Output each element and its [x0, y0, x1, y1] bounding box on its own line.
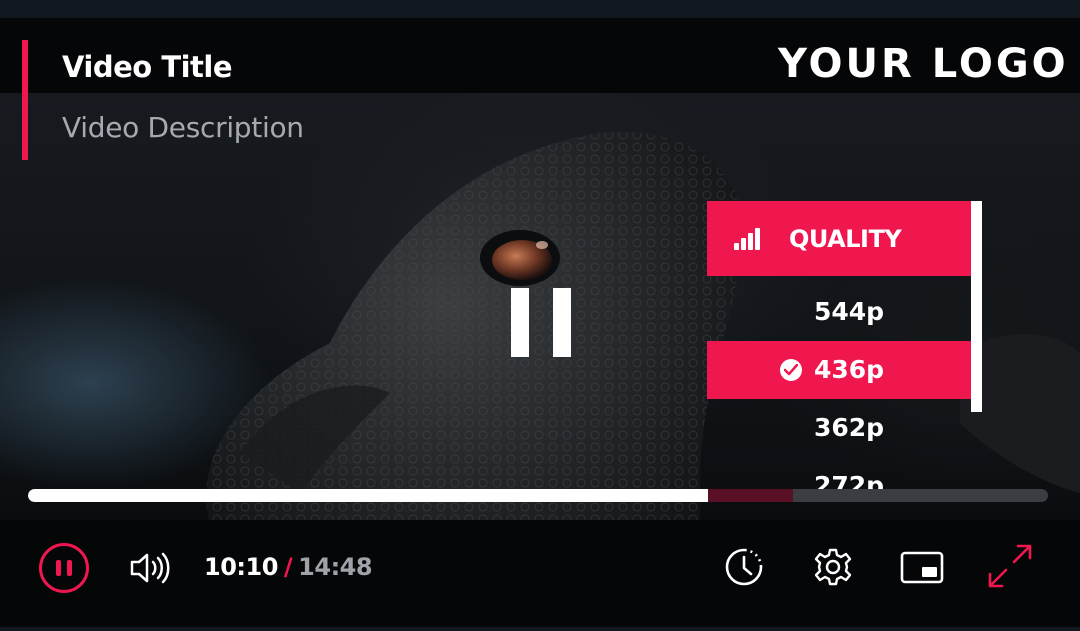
quality-option-label: 544p — [814, 297, 885, 326]
bottom-edge — [0, 627, 1080, 631]
title-accent-bar — [22, 40, 28, 160]
gear-icon — [814, 548, 852, 586]
duration: 14:48 — [298, 553, 373, 581]
volume-icon — [130, 552, 170, 584]
signal-bars-icon — [734, 228, 762, 250]
top-edge — [0, 0, 1080, 18]
quality-menu-title: QUALITY — [789, 225, 902, 253]
pause-icon — [56, 560, 61, 576]
picture-in-picture-icon — [900, 551, 944, 584]
settings-button[interactable] — [813, 547, 853, 587]
quality-option-544p[interactable]: 544p — [707, 283, 971, 341]
expand-icon — [988, 544, 1032, 588]
progress-played — [28, 489, 709, 502]
picture-in-picture-button[interactable] — [900, 547, 944, 587]
quality-option-362p[interactable]: 362p — [707, 399, 971, 457]
quality-menu-scrollbar[interactable] — [971, 201, 982, 412]
volume-button[interactable] — [128, 550, 172, 586]
quality-menu-header: QUALITY — [707, 201, 971, 276]
center-pause-icon[interactable] — [511, 288, 571, 357]
video-title: Video Title — [62, 50, 233, 84]
time-separator: / — [283, 553, 293, 581]
video-description: Video Description — [62, 111, 304, 144]
playback-speed-button[interactable] — [724, 547, 764, 587]
quality-option-label: 436p — [814, 355, 885, 384]
play-pause-button[interactable] — [39, 543, 89, 593]
quality-option-436p[interactable]: 436p — [707, 341, 971, 399]
clock-icon — [725, 548, 763, 586]
brand-logo: YOUR LOGO — [778, 41, 1069, 87]
progress-bar[interactable] — [28, 489, 1048, 502]
fullscreen-button[interactable] — [986, 542, 1034, 590]
check-circle-icon — [780, 359, 802, 381]
quality-option-label: 362p — [814, 413, 885, 442]
time-display: 10:10/14:48 — [204, 553, 373, 581]
current-time: 10:10 — [204, 553, 278, 581]
